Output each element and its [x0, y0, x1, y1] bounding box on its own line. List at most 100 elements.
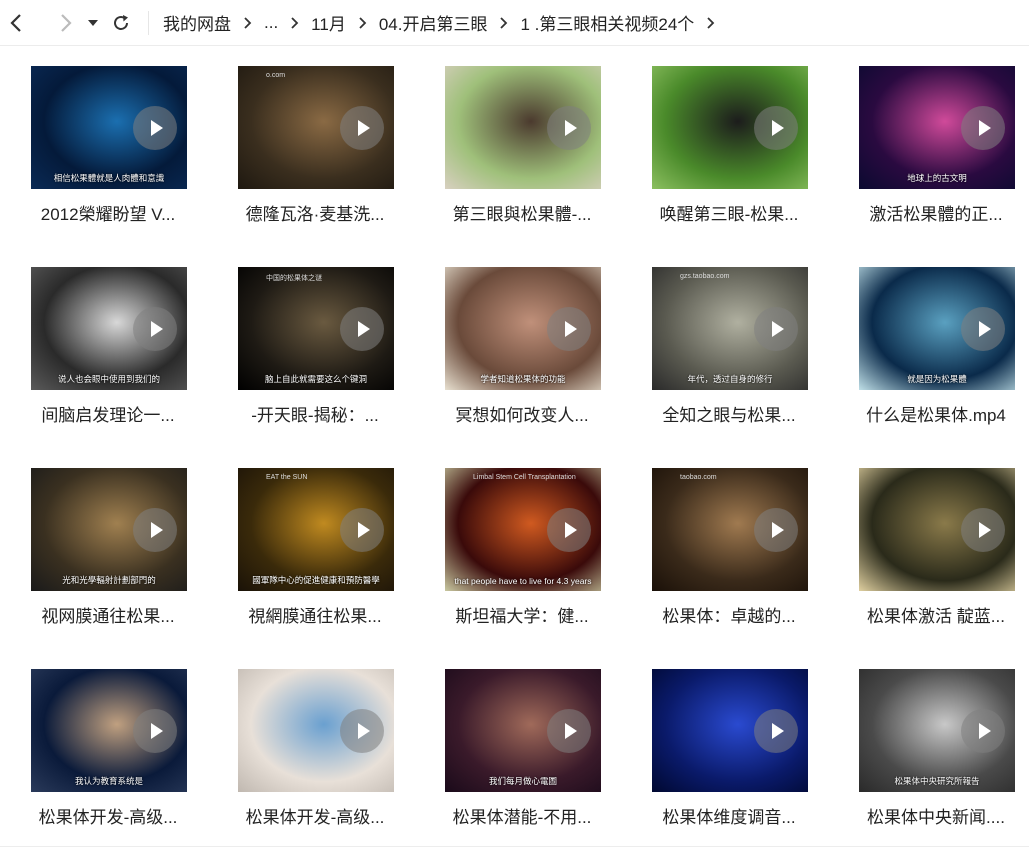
video-thumbnail — [859, 468, 1015, 591]
file-name: 視網膜通往松果... — [248, 607, 382, 626]
toolbar: 我的网盘... 11月 04.开启第三眼 1 .第三眼相关视频24个 — [0, 0, 1029, 46]
chevron-right-icon — [706, 16, 715, 30]
file-item[interactable]: o.com 德隆瓦洛·麦基洗... — [225, 46, 405, 236]
play-icon[interactable] — [754, 507, 798, 552]
breadcrumb-item[interactable]: ... — [264, 13, 278, 33]
video-thumbnail: 我认为教育系统是 — [31, 669, 187, 792]
thumbnail-caption: 我认为教育系统是 — [74, 776, 143, 786]
play-icon[interactable] — [340, 507, 384, 552]
file-item[interactable]: gzs.taobao.com 年代，透过自身的修行 全知之眼与松果... — [639, 247, 819, 437]
chevron-right-icon — [61, 13, 72, 32]
breadcrumb-item[interactable]: 我的网盘 — [163, 10, 231, 35]
file-name: 冥想如何改变人... — [455, 406, 589, 425]
file-item[interactable]: Limbal Stem Cell Transplantation that peo… — [432, 448, 612, 638]
thumbnail-watermark: o.com — [266, 72, 286, 79]
play-icon[interactable] — [340, 306, 384, 351]
thumbnail-caption: 学者知道松果体的功能 — [480, 374, 566, 384]
play-icon[interactable] — [547, 306, 591, 351]
forward-button[interactable] — [50, 8, 80, 38]
file-item[interactable]: EAT the SUN 國軍隊中心的促進健康和預防醫學視網膜通往松果... — [225, 448, 405, 638]
play-icon[interactable] — [547, 105, 591, 150]
file-item[interactable]: 松果体激活 靛蓝... — [846, 448, 1026, 638]
chevron-right-icon — [499, 16, 508, 30]
play-icon[interactable] — [133, 507, 177, 552]
file-item[interactable]: 说人也会眼中使用到我们的间脑启发理论一... — [18, 247, 198, 437]
video-thumbnail: gzs.taobao.com 年代，透过自身的修行 — [652, 267, 808, 390]
play-icon[interactable] — [961, 507, 1005, 552]
file-item[interactable]: 中国的松果体之谜 脑上自此就需要这么个键洞 -开天眼-揭秘：... — [225, 247, 405, 437]
play-icon[interactable] — [547, 708, 591, 753]
file-item[interactable]: 地球上的古文明激活松果體的正... — [846, 46, 1026, 236]
video-thumbnail: Limbal Stem Cell Transplantation that peo… — [445, 468, 601, 591]
play-icon[interactable] — [133, 306, 177, 351]
video-thumbnail — [445, 66, 601, 189]
play-icon[interactable] — [754, 708, 798, 753]
bottom-divider — [0, 846, 1029, 847]
file-name: 松果体开发-高级... — [245, 808, 385, 827]
play-icon[interactable] — [754, 105, 798, 150]
play-icon[interactable] — [340, 708, 384, 753]
file-item[interactable]: 松果体维度调音... — [639, 649, 819, 839]
thumbnail-caption: 脑上自此就需要这么个键洞 — [264, 374, 367, 384]
thumbnail-caption: 松果体中央研究所報告 — [894, 776, 980, 786]
file-item[interactable]: 松果体中央研究所報告 松果体中央新闻.... — [846, 649, 1026, 839]
thumbnail-watermark: taobao.com — [680, 474, 717, 481]
file-item[interactable]: 光和光學輻射計劃部門的 视网膜通往松果... — [18, 448, 198, 638]
file-name: 激活松果體的正... — [869, 205, 1003, 224]
play-icon[interactable] — [133, 105, 177, 150]
breadcrumb-item[interactable]: 04.开启第三眼 — [379, 10, 488, 35]
back-button[interactable] — [2, 8, 32, 38]
thumbnail-watermark: 中国的松果体之谜 — [266, 275, 322, 282]
chevron-right-icon — [358, 16, 367, 30]
play-icon[interactable] — [961, 708, 1005, 753]
file-name: 唤醒第三眼-松果... — [659, 205, 799, 224]
chevron-right-icon — [243, 16, 252, 30]
file-item[interactable]: taobao.com 松果体：卓越的... — [639, 448, 819, 638]
thumbnail-caption: 光和光學輻射計劃部門的 — [62, 575, 156, 585]
file-name: 松果体潜能-不用... — [452, 808, 592, 827]
thumbnail-watermark: EAT the SUN — [266, 474, 308, 481]
video-thumbnail — [238, 669, 394, 792]
breadcrumb-item[interactable]: 11月 — [311, 10, 346, 35]
file-item[interactable]: 我们每月做心電圖 松果体潜能-不用... — [432, 649, 612, 839]
thumbnail-caption: 年代，透过自身的修行 — [687, 374, 773, 384]
file-item[interactable]: 松果体开发-高级... — [225, 649, 405, 839]
play-icon[interactable] — [547, 507, 591, 552]
play-icon[interactable] — [961, 306, 1005, 351]
thumbnail-caption: that people have to live for 4.3 years — [454, 576, 592, 586]
video-thumbnail — [652, 66, 808, 189]
play-icon[interactable] — [340, 105, 384, 150]
history-dropdown-button[interactable] — [82, 8, 104, 38]
file-grid: 相信松果體就是人肉體和意識 2012榮耀盼望 V... o.com 德隆瓦洛·麦基洗.… — [0, 46, 1029, 846]
refresh-button[interactable] — [106, 8, 136, 38]
video-thumbnail: o.com — [238, 66, 394, 189]
thumbnail-caption: 就是因为松果體 — [907, 374, 967, 384]
video-thumbnail: 地球上的古文明 — [859, 66, 1015, 189]
video-thumbnail: 松果体中央研究所報告 — [859, 669, 1015, 792]
video-thumbnail — [652, 669, 808, 792]
breadcrumb-item[interactable]: 1 .第三眼相关视频24个 — [520, 10, 694, 35]
file-name: 第三眼與松果體-... — [452, 205, 592, 224]
caret-down-icon — [88, 19, 98, 26]
video-thumbnail: 中国的松果体之谜脑上自此就需要这么个键洞 — [238, 267, 394, 390]
play-icon[interactable] — [133, 708, 177, 753]
file-item[interactable]: 相信松果體就是人肉體和意識 2012榮耀盼望 V... — [18, 46, 198, 236]
file-name: 2012榮耀盼望 V... — [40, 205, 176, 224]
file-name: 什么是松果体.mp4 — [866, 406, 1006, 425]
play-icon[interactable] — [754, 306, 798, 351]
file-item[interactable]: 学者知道松果体的功能冥想如何改变人... — [432, 247, 612, 437]
file-name: 德隆瓦洛·麦基洗... — [245, 205, 385, 224]
file-name: 斯坦福大学：健... — [455, 607, 589, 626]
thumbnail-caption: 说人也会眼中使用到我们的 — [57, 374, 160, 384]
play-icon[interactable] — [961, 105, 1005, 150]
thumbnail-caption: 國軍隊中心的促進健康和預防醫學 — [252, 575, 380, 585]
file-item[interactable]: 唤醒第三眼-松果... — [639, 46, 819, 236]
thumbnail-caption: 地球上的古文明 — [907, 173, 967, 183]
chevron-left-icon — [10, 13, 21, 32]
file-item[interactable]: 就是因为松果體什么是松果体.mp4 — [846, 247, 1026, 437]
thumbnail-watermark: Limbal Stem Cell Transplantation — [473, 474, 576, 481]
file-name: 间脑启发理论一... — [41, 406, 175, 425]
thumbnail-caption: 相信松果體就是人肉體和意識 — [53, 173, 165, 183]
file-item[interactable]: 第三眼與松果體-... — [432, 46, 612, 236]
file-item[interactable]: 我认为教育系统是 松果体开发-高级... — [18, 649, 198, 839]
